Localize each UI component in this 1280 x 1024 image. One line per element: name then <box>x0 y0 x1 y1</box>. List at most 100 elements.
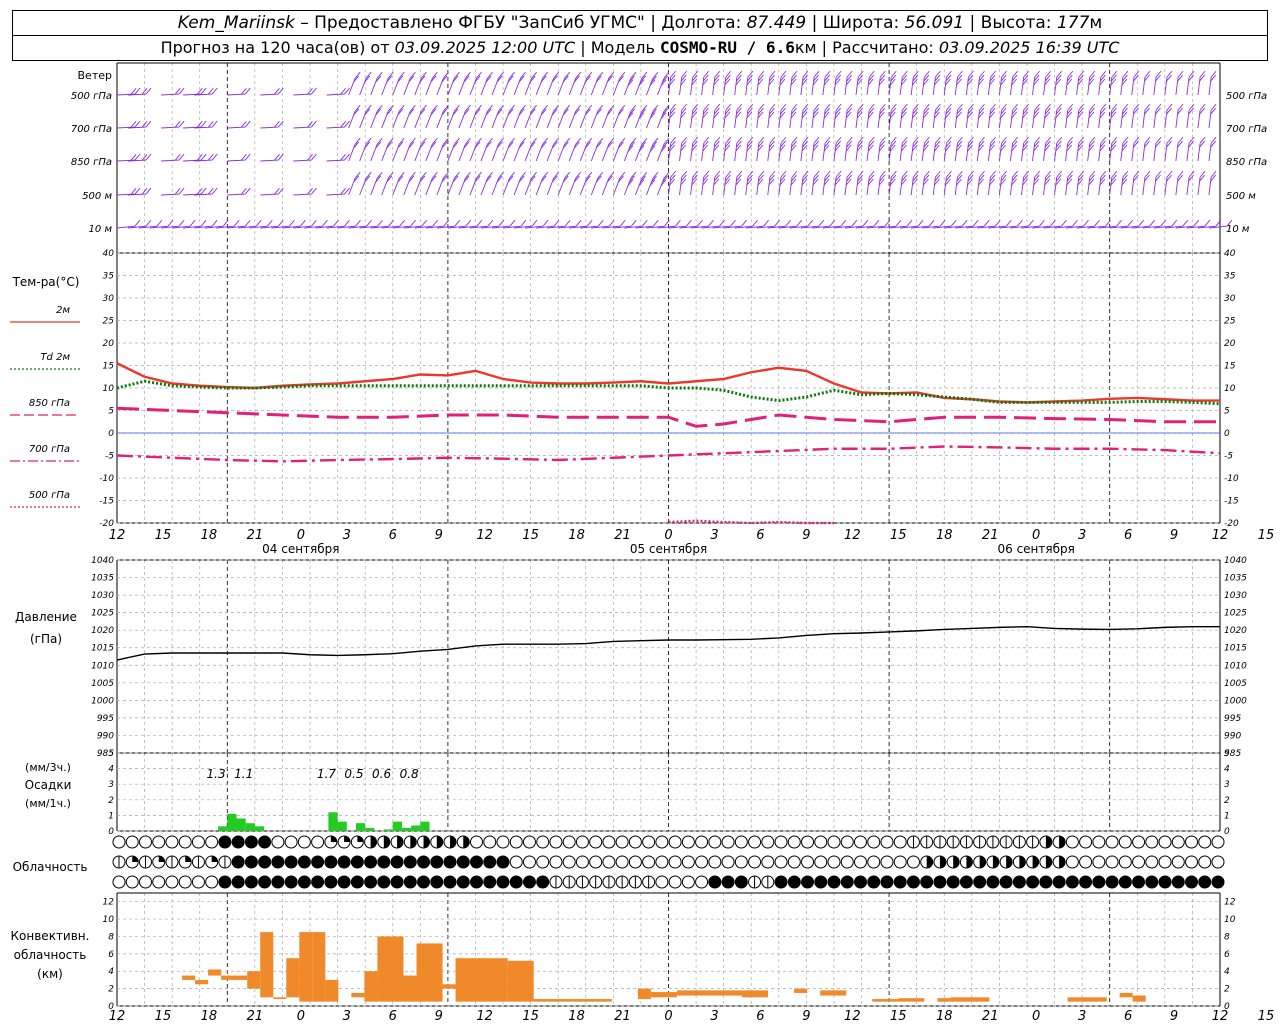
wind-barb <box>612 71 626 96</box>
wind-barb <box>392 104 405 129</box>
wind-barb <box>910 103 919 129</box>
wind-barb-feather <box>1144 103 1151 111</box>
cloud-circle <box>311 835 325 849</box>
wind-barb-feather <box>714 103 721 111</box>
cloud-cover-icon <box>1118 835 1132 849</box>
conv-cloud-bar <box>572 999 612 1002</box>
cloud-circle <box>801 855 815 869</box>
wind-barb-feather <box>410 219 417 227</box>
hour-tick-label: 18 <box>568 528 585 543</box>
wind-barb-shaft <box>954 177 958 196</box>
wind-barb <box>381 137 394 162</box>
wind-barb-feather <box>1144 70 1151 78</box>
wind-barb <box>623 171 637 196</box>
cloud-cover-icon <box>470 835 484 849</box>
cloud-cover-icon <box>522 855 536 869</box>
wind-barb <box>778 170 787 196</box>
cloud-circle <box>853 875 867 889</box>
wind-barb <box>612 171 626 196</box>
y-tick-label-right: 1000 <box>1224 696 1247 706</box>
wind-barb <box>954 170 963 196</box>
cloud-circle <box>258 875 272 889</box>
y-tick-label-left: -5 <box>105 452 114 462</box>
wind-barb-feather <box>1067 136 1074 144</box>
cloud-circle <box>681 875 695 889</box>
wind-barb <box>646 71 659 96</box>
cloud-circle <box>470 875 484 889</box>
cloud-circle <box>297 855 311 869</box>
cloud-cover-icon <box>377 855 391 869</box>
wind-barb-feather <box>725 136 732 144</box>
hour-tick-label: 12 <box>1212 528 1229 543</box>
wind-barb-shaft <box>1054 77 1058 96</box>
wind-barb-shaft <box>778 143 782 162</box>
cloud-cover-icon <box>655 855 669 869</box>
hour-tick-label: 21 <box>982 1009 999 1024</box>
cloud-quarter <box>330 836 337 842</box>
wind-barb-feather <box>840 219 847 227</box>
cloud-cover-icon <box>1026 835 1040 849</box>
cloud-circle <box>1026 875 1040 889</box>
cloud-cover-icon <box>695 835 709 849</box>
cloud-circle <box>827 875 841 889</box>
wind-barb-feather <box>1039 219 1045 227</box>
wind-barb-feather <box>868 170 875 178</box>
wind-barb <box>712 136 721 162</box>
wind-barb <box>535 171 549 196</box>
y-tick-label-left: 0 <box>108 827 114 837</box>
wind-barb <box>921 103 930 129</box>
conv-cloud-bar <box>637 988 651 1000</box>
wind-barb-feather <box>1177 136 1184 144</box>
cloud-circle <box>1079 835 1093 849</box>
wind-barb-shaft <box>1153 110 1157 129</box>
wind-barb <box>458 71 471 96</box>
temp-legend-label: Td 2м <box>40 352 70 363</box>
hour-tick-label: 9 <box>435 528 443 543</box>
cloud-cover-icon <box>403 875 417 889</box>
wind-barb <box>480 71 493 96</box>
conv-cloud-bar <box>286 958 300 998</box>
cloud-cover-icon <box>973 855 987 869</box>
cloud-cover-icon <box>377 835 391 849</box>
wind-barb <box>370 137 383 162</box>
wind-barb-feather <box>758 136 765 144</box>
y-tick-label-right: 8 <box>1224 932 1230 942</box>
y-tick-label-right: 40 <box>1224 249 1236 259</box>
cloud-circle <box>787 835 801 849</box>
wind-barb-feather <box>769 103 776 111</box>
wind-barb-feather <box>769 170 776 178</box>
hour-tick-label: 15 <box>890 1009 907 1024</box>
wind-barb-feather <box>1027 219 1034 227</box>
cloud-circle <box>774 875 788 889</box>
wind-barb-feather <box>1056 136 1063 144</box>
wind-barb-feather <box>597 219 604 227</box>
conv-cloud-bar <box>1067 997 1107 1002</box>
cloud-circle <box>522 835 536 849</box>
cloud-circle <box>244 875 258 889</box>
wind-barb <box>161 153 185 162</box>
wind-barb-shaft <box>1009 77 1014 96</box>
wind-barb <box>403 104 416 129</box>
y-tick-label-right: -15 <box>1224 497 1239 507</box>
cloud-title: Облачность <box>13 860 88 874</box>
wind-barb-shaft <box>789 177 793 196</box>
cloud-cover-icon <box>337 875 351 889</box>
wind-barb <box>943 170 952 196</box>
wind-barb <box>1153 70 1162 96</box>
cloud-circle <box>1158 855 1172 869</box>
wind-barb <box>1087 136 1096 162</box>
cloud-circle <box>218 875 232 889</box>
hour-tick-label: 3 <box>710 528 718 543</box>
cloud-half <box>992 856 999 868</box>
cloud-cover-icon <box>1065 855 1079 869</box>
wind-barb-shaft <box>1153 143 1157 162</box>
wind-barb-feather <box>1067 170 1074 178</box>
cloud-cover-icon <box>218 855 232 869</box>
wind-barb <box>778 70 787 96</box>
cloud-cover-icon <box>1039 875 1053 889</box>
cloud-circle <box>1145 855 1159 869</box>
cloud-cover-icon <box>483 855 497 869</box>
cloud-circle <box>1092 855 1106 869</box>
cloud-cover-icon <box>1198 855 1212 869</box>
cloud-circle <box>337 855 351 869</box>
